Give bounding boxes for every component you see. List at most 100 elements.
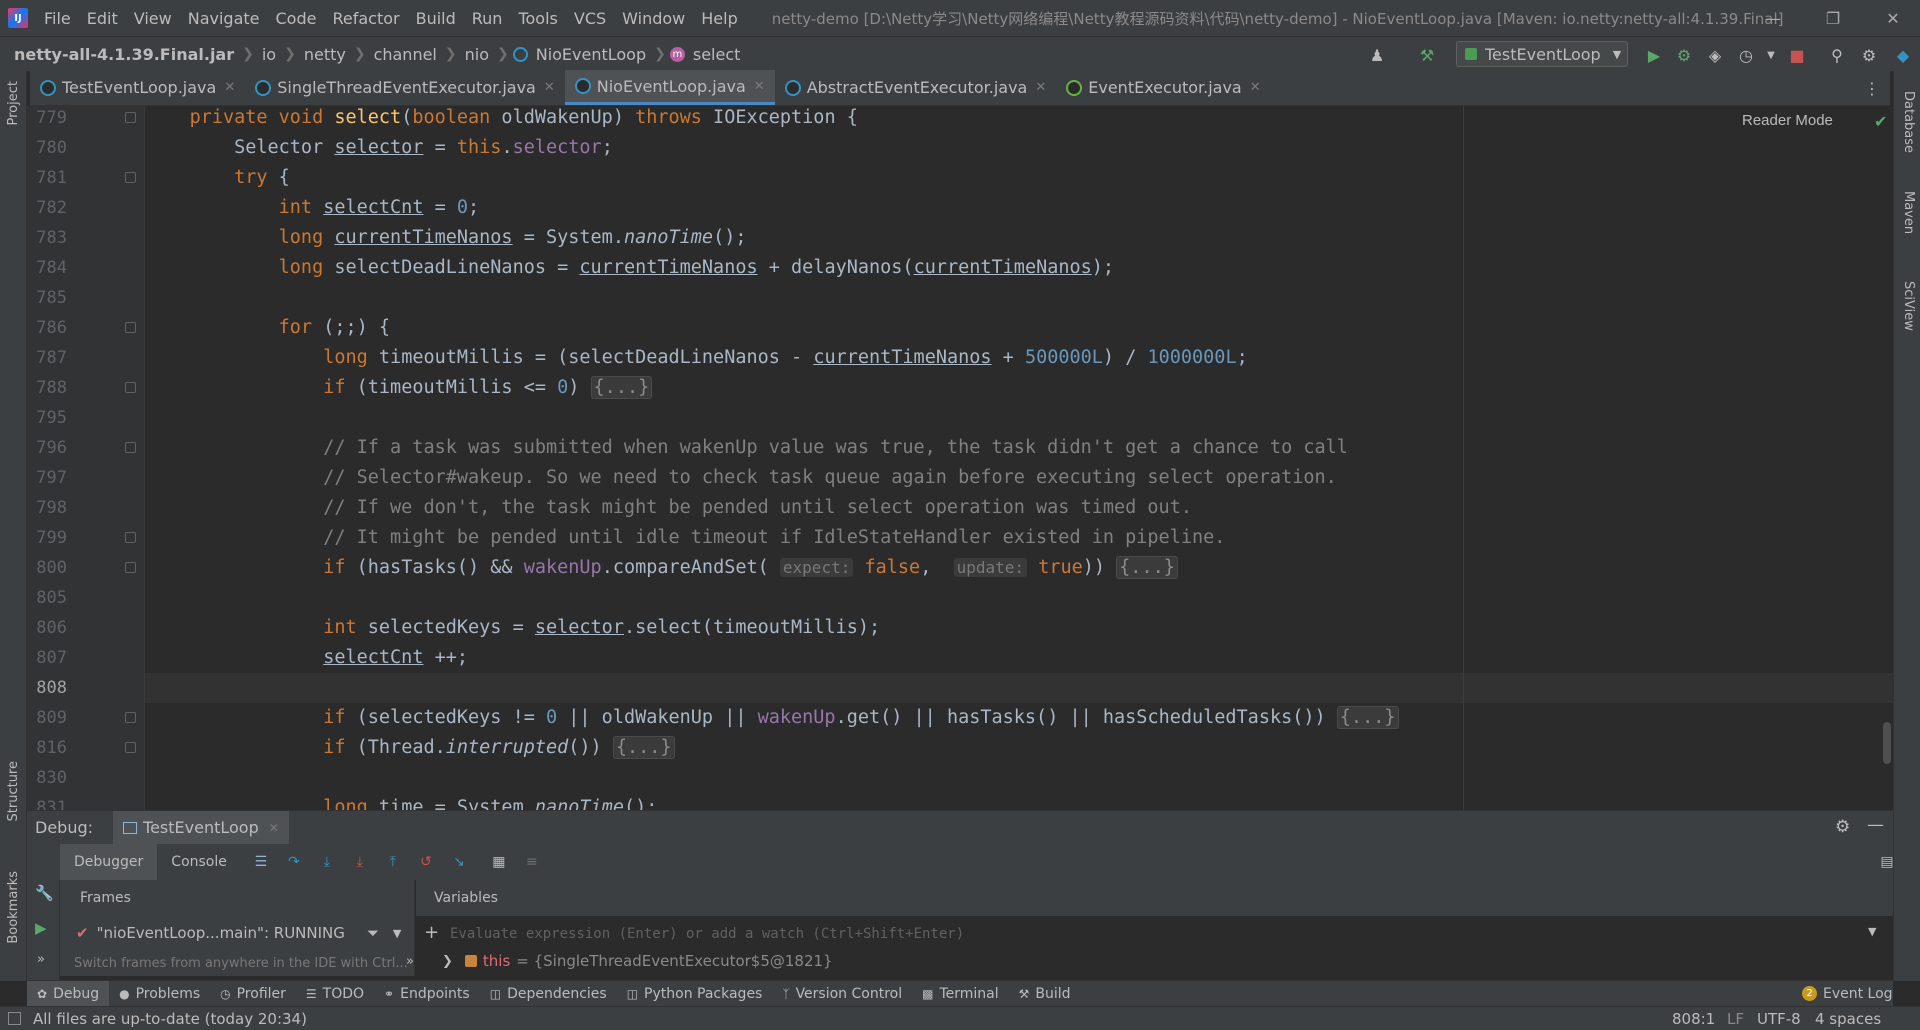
tab-console[interactable]: Console bbox=[157, 844, 241, 880]
close-tab-icon[interactable]: ✕ bbox=[544, 80, 555, 95]
fold-marker-icon[interactable] bbox=[125, 562, 136, 573]
close-tab-icon[interactable]: ✕ bbox=[224, 80, 235, 95]
toolwindow-build[interactable]: ⚒ Build bbox=[1009, 981, 1081, 1007]
debug-bug-icon[interactable]: ⚙ bbox=[1673, 44, 1695, 66]
status-toggle-icon[interactable] bbox=[8, 1012, 21, 1025]
menu-run[interactable]: Run bbox=[464, 9, 511, 28]
close-session-icon[interactable]: ✕ bbox=[269, 821, 279, 835]
close-tab-icon[interactable]: ✕ bbox=[1250, 80, 1261, 95]
breadcrumb-netty[interactable]: netty bbox=[300, 45, 350, 64]
evaluate-expression-input[interactable]: Evaluate expression (Enter) or add a wat… bbox=[442, 920, 1862, 948]
reader-mode-button[interactable]: Reader Mode bbox=[1742, 112, 1833, 129]
close-window-button[interactable]: ✕ bbox=[1870, 0, 1916, 36]
step-out-icon[interactable]: ⤒ bbox=[380, 849, 406, 875]
project-tool-button[interactable]: Project bbox=[6, 81, 21, 125]
more-run-dropdown-icon[interactable]: ▼ bbox=[1760, 44, 1782, 66]
tab-debugger[interactable]: Debugger bbox=[60, 844, 158, 880]
step-over-icon[interactable]: ↷ bbox=[281, 849, 307, 875]
fold-marker-icon[interactable] bbox=[125, 442, 136, 453]
run-icon[interactable]: ▶ bbox=[1643, 44, 1665, 66]
expand-arrow-icon[interactable]: ❯ bbox=[442, 954, 453, 969]
menu-window[interactable]: Window bbox=[614, 9, 693, 28]
maven-tool-button[interactable]: Maven bbox=[1901, 191, 1916, 234]
toolwindow-profiler[interactable]: ◷ Profiler bbox=[210, 981, 296, 1007]
stop-icon[interactable]: ■ bbox=[1786, 44, 1808, 66]
filter-icon[interactable]: ⏷ bbox=[367, 924, 379, 942]
indent-setting[interactable]: 4 spaces bbox=[1815, 1010, 1881, 1028]
toolwindow-python-packages[interactable]: ◫ Python Packages bbox=[617, 981, 773, 1007]
menu-tools[interactable]: Tools bbox=[510, 9, 565, 28]
thread-select[interactable]: ✔ "nioEventLoop...main": RUNNING ⏷ ▼ bbox=[76, 924, 401, 942]
coverage-icon[interactable]: ◈ bbox=[1704, 44, 1726, 66]
fold-marker-icon[interactable] bbox=[125, 112, 136, 123]
menu-vcs[interactable]: VCS bbox=[566, 9, 614, 28]
profile-icon[interactable]: ◷ bbox=[1735, 44, 1757, 66]
debug-session-tab[interactable]: TestEventLoop ✕ bbox=[113, 810, 289, 845]
inspection-ok-icon[interactable]: ✔ bbox=[1874, 112, 1887, 131]
trace-icon[interactable]: ≡ bbox=[519, 849, 545, 875]
menu-code[interactable]: Code bbox=[268, 9, 325, 28]
breadcrumb-nio[interactable]: nio bbox=[461, 45, 493, 64]
menu-navigate[interactable]: Navigate bbox=[180, 9, 268, 28]
variable-row[interactable]: ❯ this = {SingleThreadEventExecutor$5@18… bbox=[442, 952, 833, 970]
close-tab-icon[interactable]: ✕ bbox=[754, 79, 765, 94]
toolwindow-terminal[interactable]: ▩ Terminal bbox=[912, 981, 1009, 1007]
user-icon[interactable]: ♟ bbox=[1366, 44, 1388, 66]
sciview-tool-button[interactable]: SciView bbox=[1901, 281, 1916, 331]
breadcrumb-io[interactable]: io bbox=[258, 45, 280, 64]
close-tab-icon[interactable]: ✕ bbox=[1035, 80, 1046, 95]
toolwindow-todo[interactable]: ☰ TODO bbox=[296, 981, 374, 1007]
wrench-icon[interactable]: 🔧 bbox=[35, 884, 54, 902]
eval-dropdown-icon[interactable]: ▼ bbox=[1868, 925, 1876, 938]
bookmarks-tool-button[interactable]: Bookmarks bbox=[6, 871, 21, 944]
structure-tool-button[interactable]: Structure bbox=[6, 761, 21, 821]
run-configuration-select[interactable]: TestEventLoop ▼ bbox=[1456, 41, 1628, 67]
toolwindow-dependencies[interactable]: ◫ Dependencies bbox=[480, 981, 617, 1007]
expand-more-icon[interactable]: » bbox=[406, 954, 414, 969]
menu-refactor[interactable]: Refactor bbox=[324, 9, 407, 28]
tab-nioeventloop[interactable]: NioEventLoop.java ✕ bbox=[564, 70, 775, 105]
fold-marker-icon[interactable] bbox=[125, 382, 136, 393]
settings-gear-icon[interactable]: ⚙ bbox=[1858, 44, 1880, 66]
toolwindow-debug[interactable]: ✿ Debug bbox=[27, 980, 110, 1007]
menu-lines-icon[interactable]: ☰ bbox=[248, 849, 274, 875]
toolwindow-version-control[interactable]: ᛉ Version Control bbox=[772, 981, 912, 1007]
hide-panel-icon[interactable]: — bbox=[1867, 815, 1884, 835]
editor-scrollbar[interactable] bbox=[1883, 722, 1891, 764]
menu-view[interactable]: View bbox=[126, 9, 180, 28]
evaluate-table-icon[interactable]: ▦ bbox=[486, 849, 512, 875]
tab-testeventloop[interactable]: TestEventLoop.java ✕ bbox=[30, 70, 245, 105]
fold-marker-icon[interactable] bbox=[125, 712, 136, 723]
drop-frame-icon[interactable]: ↺ bbox=[413, 849, 439, 875]
breadcrumb-method[interactable]: select bbox=[689, 45, 745, 64]
breadcrumb-jar[interactable]: netty-all-4.1.39.Final.jar bbox=[10, 45, 238, 64]
caret-position[interactable]: 808:1 bbox=[1672, 1010, 1715, 1028]
force-step-into-icon[interactable]: ⤓ bbox=[347, 849, 373, 875]
run-to-cursor-icon[interactable]: ↘ bbox=[446, 849, 472, 875]
line-separator[interactable]: LF bbox=[1727, 1010, 1744, 1028]
resume-icon[interactable]: ▶ bbox=[35, 919, 47, 937]
toolbox-icon[interactable]: ◆ bbox=[1892, 44, 1914, 66]
fold-marker-icon[interactable] bbox=[125, 322, 136, 333]
step-into-icon[interactable]: ⤓ bbox=[314, 849, 340, 875]
file-encoding[interactable]: UTF-8 bbox=[1757, 1010, 1801, 1028]
tab-menu-icon[interactable]: ⋮ bbox=[1864, 79, 1880, 98]
tab-singlethreadeventexecutor[interactable]: SingleThreadEventExecutor.java ✕ bbox=[245, 70, 565, 105]
menu-build[interactable]: Build bbox=[408, 9, 464, 28]
tab-eventexecutor[interactable]: EventExecutor.java ✕ bbox=[1056, 70, 1270, 105]
database-tool-button[interactable]: Database bbox=[1901, 91, 1916, 153]
toolwindow-endpoints[interactable]: ⚭ Endpoints bbox=[374, 981, 480, 1007]
menu-edit[interactable]: Edit bbox=[79, 9, 126, 28]
minimize-button[interactable]: — bbox=[1750, 0, 1796, 36]
build-hammer-icon[interactable]: ⚒ bbox=[1416, 44, 1438, 66]
breadcrumb-channel[interactable]: channel bbox=[370, 45, 441, 64]
toolwindow-problems[interactable]: ● Problems bbox=[109, 981, 210, 1007]
tab-abstracteventexecutor[interactable]: AbstractEventExecutor.java ✕ bbox=[775, 70, 1057, 105]
breadcrumb-class[interactable]: NioEventLoop bbox=[532, 45, 650, 64]
more-actions-icon[interactable]: » bbox=[37, 952, 45, 967]
menu-help[interactable]: Help bbox=[693, 9, 745, 28]
debug-settings-gear-icon[interactable]: ⚙ bbox=[1835, 817, 1850, 837]
code-editor[interactable]: private void select(boolean oldWakenUp) … bbox=[145, 106, 1893, 810]
restore-button[interactable]: ❐ bbox=[1810, 0, 1856, 36]
search-icon[interactable]: ⚲ bbox=[1826, 44, 1848, 66]
